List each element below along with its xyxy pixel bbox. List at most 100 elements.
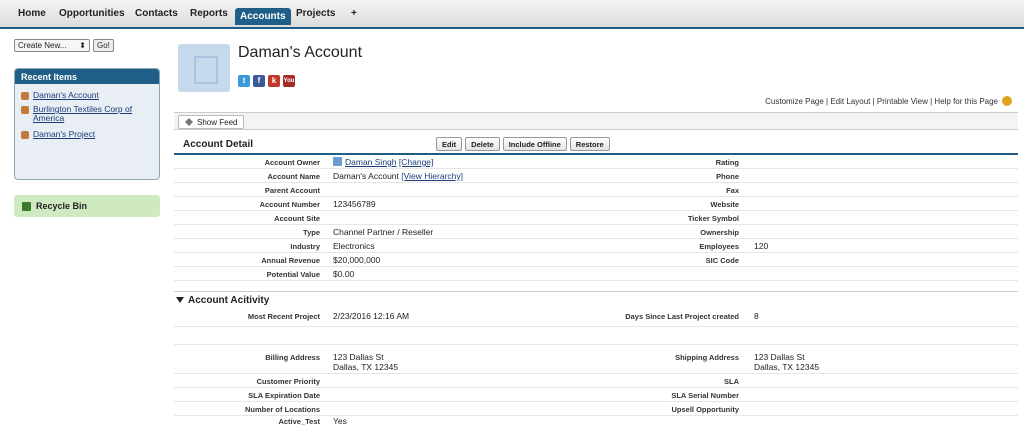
account-name-value: Daman's Account bbox=[333, 171, 399, 181]
field-label: Parent Account bbox=[264, 186, 320, 195]
klout-icon[interactable]: k bbox=[268, 75, 280, 87]
recent-item[interactable]: Daman's Account bbox=[21, 91, 99, 100]
detail-row: Customer Priority SLA bbox=[174, 374, 1018, 388]
tab-reports[interactable]: Reports bbox=[190, 8, 228, 19]
billing-line1: 123 Dallas St bbox=[333, 352, 384, 362]
field-label: SLA bbox=[724, 377, 739, 386]
recycle-bin-label: Recycle Bin bbox=[36, 201, 88, 211]
detail-row: Industry Electronics Employees 120 bbox=[174, 239, 1018, 253]
account-icon bbox=[21, 106, 29, 114]
field-label: Billing Address bbox=[265, 353, 320, 362]
divider bbox=[174, 291, 1018, 292]
field-value: Daman Singh [Change] bbox=[333, 157, 433, 167]
billing-line2: Dallas, TX 12345 bbox=[333, 362, 399, 372]
field-value: 123456789 bbox=[333, 199, 376, 209]
show-feed-label: Show Feed bbox=[197, 117, 238, 127]
feed-bar: Show Feed bbox=[174, 112, 1018, 130]
recent-item[interactable]: Burlington Textiles Corp of America bbox=[21, 105, 149, 123]
field-label: Website bbox=[710, 200, 739, 209]
field-label: Ticker Symbol bbox=[687, 214, 739, 223]
field-value: 8 bbox=[754, 311, 759, 321]
field-label: SIC Code bbox=[705, 256, 739, 265]
detail-row: Potential Value $0.00 bbox=[174, 267, 1018, 281]
restore-button[interactable]: Restore bbox=[569, 137, 610, 151]
create-new-select[interactable]: Create New... ⬍ bbox=[14, 39, 90, 52]
top-nav: Home Opportunities Contacts Reports Acco… bbox=[0, 0, 1024, 29]
recent-item-link[interactable]: Daman's Account bbox=[33, 91, 99, 100]
field-label: Phone bbox=[716, 172, 739, 181]
tab-projects[interactable]: Projects bbox=[296, 8, 335, 19]
field-label: Potential Value bbox=[266, 270, 320, 279]
activity-title: Account Acitivity bbox=[188, 295, 270, 306]
user-icon bbox=[333, 157, 342, 166]
field-value: 2/23/2016 12:16 AM bbox=[333, 311, 410, 321]
page-links: Customize Page | Edit Layout | Printable… bbox=[765, 96, 1012, 106]
billing-address-value: 123 Dallas St Dallas, TX 12345 bbox=[333, 352, 398, 372]
field-label: Upsell Opportunity bbox=[671, 405, 740, 414]
detail-row: Type Channel Partner / Reseller Ownershi… bbox=[174, 225, 1018, 239]
recent-item[interactable]: Daman's Project bbox=[21, 130, 95, 139]
project-icon bbox=[21, 131, 29, 139]
field-label: Account Site bbox=[274, 214, 320, 223]
facebook-icon[interactable]: f bbox=[253, 75, 265, 87]
account-icon bbox=[21, 92, 29, 100]
recent-item-link[interactable]: Burlington Textiles Corp of America bbox=[33, 105, 149, 123]
detail-row bbox=[174, 327, 1018, 345]
page-title: Daman's Account bbox=[238, 44, 363, 61]
tab-accounts[interactable]: Accounts bbox=[235, 8, 291, 25]
delete-button[interactable]: Delete bbox=[465, 137, 500, 151]
field-label: Annual Revenue bbox=[261, 256, 320, 265]
recycle-bin[interactable]: Recycle Bin bbox=[14, 195, 160, 217]
owner-link[interactable]: Daman Singh bbox=[345, 157, 397, 167]
recent-item-link[interactable]: Daman's Project bbox=[33, 130, 95, 139]
pin-icon bbox=[185, 118, 193, 126]
activity-section-header[interactable]: Account Acitivity bbox=[176, 295, 269, 306]
field-value: $0.00 bbox=[333, 269, 355, 279]
field-label: Days Since Last Project created bbox=[625, 312, 739, 321]
detail-row: Account Owner Daman Singh [Change] Ratin… bbox=[174, 155, 1018, 169]
change-owner-link[interactable]: [Change] bbox=[399, 157, 434, 167]
go-button[interactable]: Go! bbox=[93, 39, 114, 52]
twitter-icon[interactable]: t bbox=[238, 75, 250, 87]
shipping-line1: 123 Dallas St bbox=[754, 352, 805, 362]
field-label: Ownership bbox=[700, 228, 739, 237]
field-value: Channel Partner / Reseller bbox=[333, 227, 434, 237]
tab-contacts[interactable]: Contacts bbox=[135, 8, 178, 19]
detail-buttons: Edit Delete Include Offline Restore bbox=[436, 137, 610, 151]
field-label: Account Owner bbox=[264, 158, 320, 167]
help-icon[interactable] bbox=[1002, 96, 1012, 106]
account-image-icon bbox=[178, 44, 230, 92]
sidebar: Create New... ⬍ Go! Recent Items Daman's… bbox=[0, 31, 168, 426]
field-label: Rating bbox=[715, 158, 739, 167]
detail-row: Account Name Daman's Account [View Hiera… bbox=[174, 169, 1018, 183]
field-value: $20,000,000 bbox=[333, 255, 381, 265]
field-label: Account Name bbox=[267, 172, 320, 181]
tab-home[interactable]: Home bbox=[18, 8, 46, 19]
select-arrow-icon: ⬍ bbox=[79, 41, 86, 50]
page-links-text[interactable]: Customize Page | Edit Layout | Printable… bbox=[765, 97, 998, 106]
youtube-icon[interactable]: You bbox=[283, 75, 295, 87]
field-label: Account Number bbox=[259, 200, 320, 209]
tab-opportunities[interactable]: Opportunities bbox=[59, 8, 125, 19]
collapse-triangle-icon bbox=[176, 297, 184, 303]
show-feed-button[interactable]: Show Feed bbox=[178, 115, 245, 129]
field-label: Shipping Address bbox=[675, 353, 739, 362]
include-offline-button[interactable]: Include Offline bbox=[502, 137, 567, 151]
detail-row: Billing Address 123 Dallas St Dallas, TX… bbox=[174, 350, 1018, 374]
field-label: Active_Test bbox=[278, 417, 320, 426]
detail-row: Account Site Ticker Symbol bbox=[174, 211, 1018, 225]
detail-row: Annual Revenue $20,000,000 SIC Code bbox=[174, 253, 1018, 267]
create-new-row: Create New... ⬍ Go! bbox=[14, 39, 114, 52]
shipping-line2: Dallas, TX 12345 bbox=[754, 362, 820, 372]
edit-button[interactable]: Edit bbox=[436, 137, 463, 151]
field-label: Type bbox=[303, 228, 320, 237]
account-detail-title: Account Detail bbox=[183, 139, 254, 150]
field-label: SLA Serial Number bbox=[671, 391, 739, 400]
recent-items-header: Recent Items bbox=[15, 69, 159, 84]
view-hierarchy-link[interactable]: [View Hierarchy] bbox=[401, 171, 463, 181]
detail-row: SLA Expiration Date SLA Serial Number bbox=[174, 388, 1018, 402]
shipping-address-value: 123 Dallas St Dallas, TX 12345 bbox=[754, 352, 819, 372]
detail-row: Parent Account Fax bbox=[174, 183, 1018, 197]
tab-add[interactable]: + bbox=[351, 8, 357, 19]
create-new-label: Create New... bbox=[18, 41, 67, 50]
